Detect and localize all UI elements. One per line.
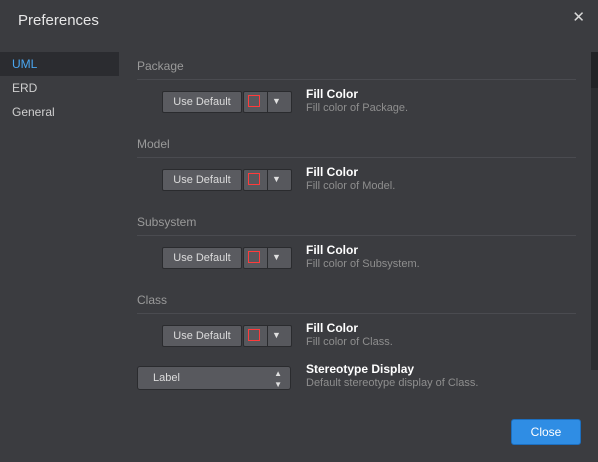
sidebar-item-erd[interactable]: ERD (0, 76, 119, 100)
use-default-button[interactable]: Use Default (162, 91, 242, 113)
preferences-content: Package Use Default ▼ Fill Color Fill co… (137, 52, 576, 462)
property-description: Fill color of Package. (306, 102, 409, 114)
section-header-model: Model (137, 131, 576, 158)
section-header-subsystem: Subsystem (137, 209, 576, 236)
chevron-down-icon: ▼ (272, 174, 281, 184)
color-picker[interactable]: ▼ (243, 91, 292, 113)
color-swatch (248, 329, 260, 341)
dialog-title: Preferences (18, 12, 99, 29)
preferences-dialog: Preferences ✕ UML ERD General Package Us… (0, 0, 598, 462)
color-swatch (248, 251, 260, 263)
property-description: Fill color of Subsystem. (306, 258, 420, 270)
use-default-button[interactable]: Use Default (162, 247, 242, 269)
use-default-button[interactable]: Use Default (162, 325, 242, 347)
picker-divider (267, 248, 268, 268)
scrollbar-track[interactable] (591, 52, 598, 370)
section-header-class: Class (137, 287, 576, 314)
property-title: Fill Color (306, 321, 358, 335)
scrollbar-thumb[interactable] (591, 52, 598, 88)
stereotype-display-select[interactable]: Label ▲ ▼ (137, 366, 291, 390)
color-swatch (248, 95, 260, 107)
sidebar-item-uml[interactable]: UML (0, 52, 119, 76)
chevron-down-icon: ▼ (272, 96, 281, 106)
picker-divider (267, 170, 268, 190)
use-default-button[interactable]: Use Default (162, 169, 242, 191)
color-picker[interactable]: ▼ (243, 247, 292, 269)
color-picker[interactable]: ▼ (243, 169, 292, 191)
color-picker[interactable]: ▼ (243, 325, 292, 347)
close-button[interactable]: Close (511, 419, 581, 445)
property-title: Fill Color (306, 165, 358, 179)
property-description: Fill color of Class. (306, 336, 393, 348)
property-description: Fill color of Model. (306, 180, 396, 192)
property-title: Stereotype Display (306, 362, 415, 376)
close-icon[interactable]: ✕ (572, 8, 585, 26)
select-value: Label (153, 372, 180, 384)
chevron-down-icon: ▼ (272, 330, 281, 340)
sidebar-item-general[interactable]: General (0, 100, 119, 124)
property-description: Default stereotype display of Class. (306, 377, 479, 389)
property-title: Fill Color (306, 87, 358, 101)
picker-divider (267, 326, 268, 346)
section-header-package: Package (137, 53, 576, 80)
chevron-down-icon: ▼ (272, 252, 281, 262)
color-swatch (248, 173, 260, 185)
sidebar: UML ERD General (0, 52, 119, 462)
picker-divider (267, 92, 268, 112)
property-title: Fill Color (306, 243, 358, 257)
select-caret-icon: ▲ ▼ (274, 369, 282, 389)
